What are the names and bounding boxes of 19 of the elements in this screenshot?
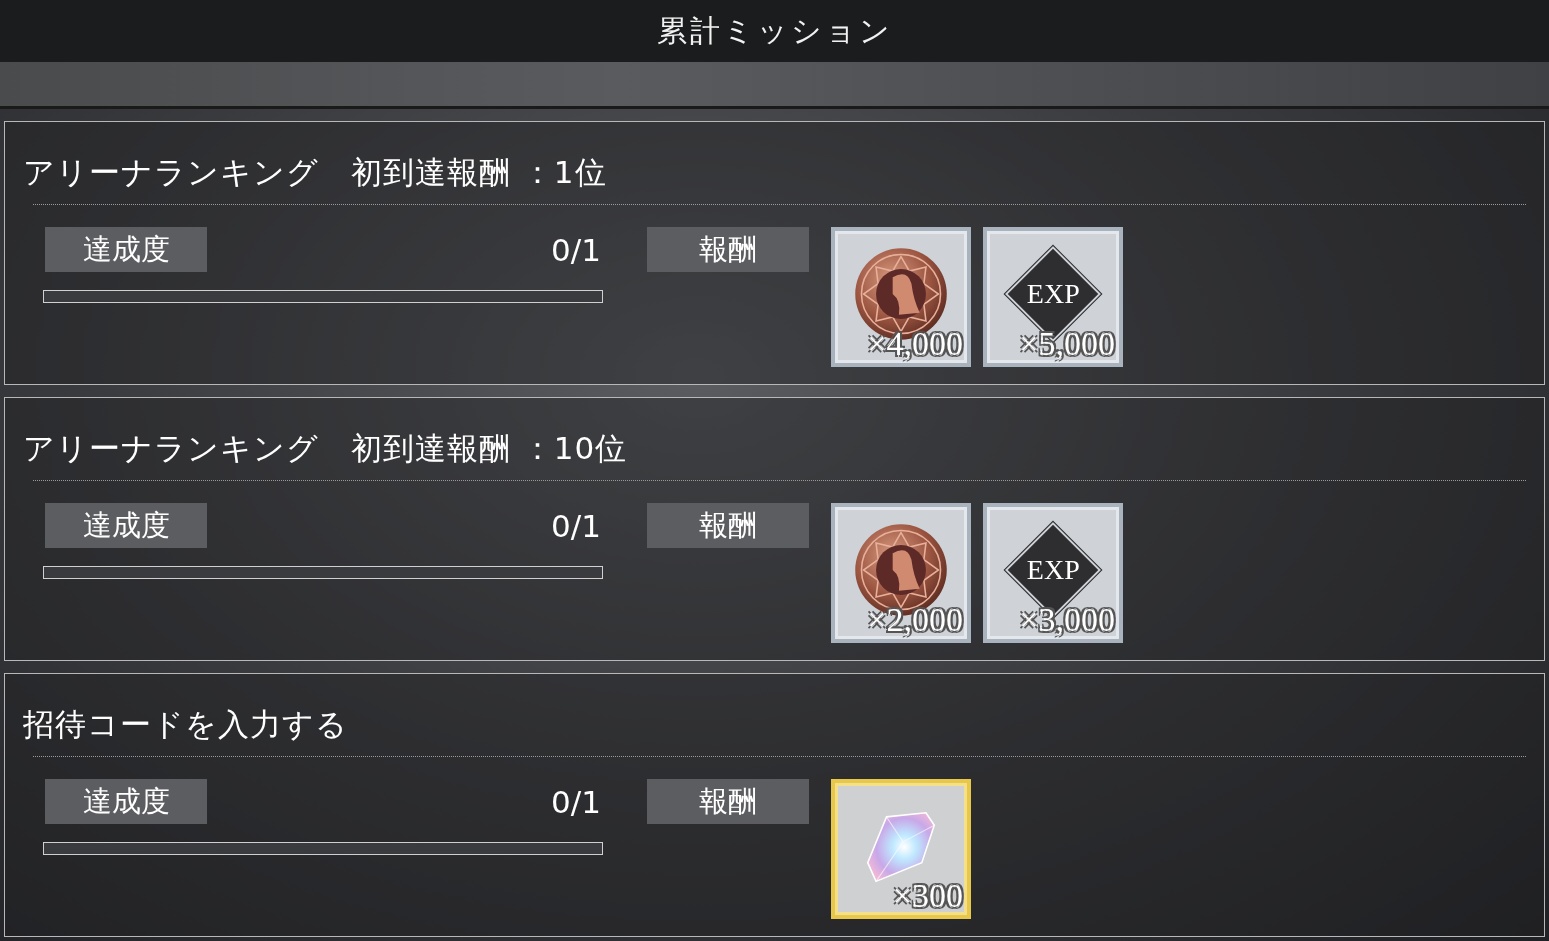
progress-label: 達成度 [45,227,207,272]
item-quantity: ×4,000 [867,327,963,361]
screen-title: 累計ミッション [656,11,893,50]
mission-title: アリーナランキング 初到達報酬 ：10位 [23,429,629,468]
reward-item[interactable]: ×2,000 [831,503,971,643]
mission-title: アリーナランキング 初到達報酬 ：1位 [23,153,608,192]
item-quantity: ×2,000 [867,603,963,637]
progress-label: 達成度 [45,503,207,548]
progress-label: 達成度 [45,779,207,824]
reward-label: 報酬 [647,227,809,272]
reward-item[interactable]: ×300 [831,779,971,919]
progress-count: 0/1 [551,507,601,544]
reward-label: 報酬 [647,503,809,548]
mission-title: 招待コードを入力する [23,705,349,744]
progress-count: 0/1 [551,783,601,820]
progress-count: 0/1 [551,231,601,268]
reward-item[interactable]: ×4,000 [831,227,971,367]
reward-label: 報酬 [647,779,809,824]
item-quantity: ×300 [892,879,963,913]
